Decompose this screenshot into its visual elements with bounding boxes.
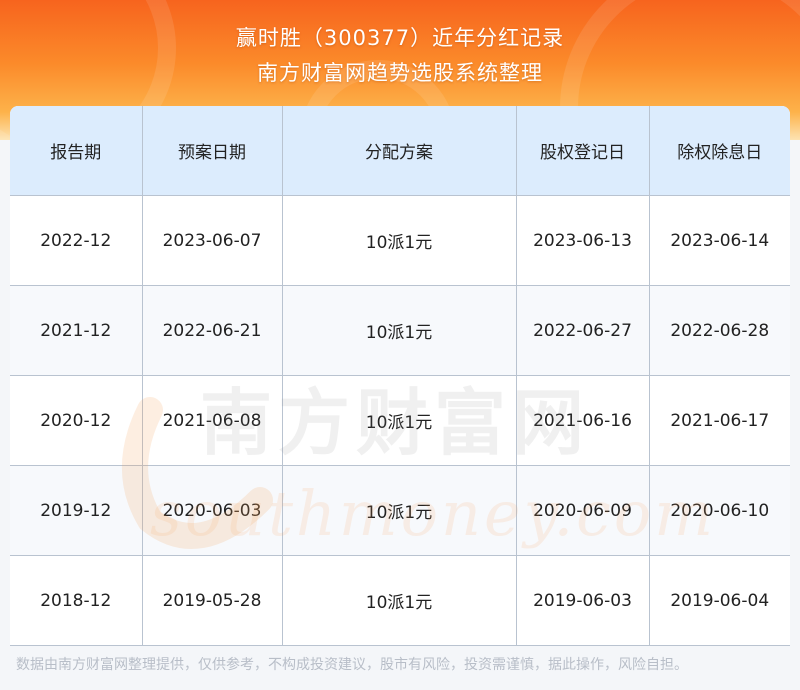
table-cell: 2022-06-21 xyxy=(141,285,283,376)
table-row: 2021-12 2022-06-21 10派1元 2022-06-27 2022… xyxy=(10,285,790,376)
table-cell: 10派1元 xyxy=(281,285,517,376)
table-cell: 2023-06-07 xyxy=(141,195,283,286)
table-cell: 10派1元 xyxy=(281,375,517,466)
page-title: 赢时胜（300377）近年分红记录 xyxy=(235,26,565,50)
table-cell: 2020-06-09 xyxy=(515,465,650,556)
column-header: 预案日期 xyxy=(141,106,283,196)
table-cell: 2019-05-28 xyxy=(141,555,283,646)
table-cell: 2022-12 xyxy=(10,195,143,286)
table-row: 2019-12 2020-06-03 10派1元 2020-06-09 2020… xyxy=(10,465,790,556)
column-header: 报告期 xyxy=(10,106,143,196)
table-cell: 2020-06-03 xyxy=(141,465,283,556)
table-cell: 2022-06-27 xyxy=(515,285,650,376)
page-subtitle: 南方财富网趋势选股系统整理 xyxy=(257,61,543,85)
table-cell: 10派1元 xyxy=(281,465,517,556)
table-cell: 10派1元 xyxy=(281,555,517,646)
table-row: 2022-12 2023-06-07 10派1元 2023-06-13 2023… xyxy=(10,195,790,286)
table-cell: 2021-12 xyxy=(10,285,143,376)
table-cell: 2023-06-13 xyxy=(515,195,650,286)
table-cell: 2020-06-10 xyxy=(648,465,790,556)
dividend-table: 报告期 预案日期 分配方案 股权登记日 除权除息日 2022-12 2023-0… xyxy=(10,106,790,646)
table-cell: 2019-06-04 xyxy=(648,555,790,646)
table-cell: 2020-12 xyxy=(10,375,143,466)
column-header: 分配方案 xyxy=(281,106,517,196)
disclaimer-text: 数据由南方财富网整理提供，仅供参考，不构成投资建议，股市有风险，投资需谨慎，据此… xyxy=(16,657,688,673)
table-row: 2018-12 2019-05-28 10派1元 2019-06-03 2019… xyxy=(10,555,790,646)
table-cell: 2019-06-03 xyxy=(515,555,650,646)
table-cell: 2021-06-08 xyxy=(141,375,283,466)
table-cell: 2022-06-28 xyxy=(648,285,790,376)
table-cell: 10派1元 xyxy=(281,195,517,286)
table-cell: 2018-12 xyxy=(10,555,143,646)
table-cell: 2021-06-17 xyxy=(648,375,790,466)
column-header: 除权除息日 xyxy=(648,106,790,196)
table-cell: 2021-06-16 xyxy=(515,375,650,466)
dividend-table-panel: 报告期 预案日期 分配方案 股权登记日 除权除息日 2022-12 2023-0… xyxy=(10,106,790,646)
column-header: 股权登记日 xyxy=(515,106,650,196)
table-cell: 2019-12 xyxy=(10,465,143,556)
table-header-row: 报告期 预案日期 分配方案 股权登记日 除权除息日 xyxy=(10,106,790,196)
table-cell: 2023-06-14 xyxy=(648,195,790,286)
table-row: 2020-12 2021-06-08 10派1元 2021-06-16 2021… xyxy=(10,375,790,466)
